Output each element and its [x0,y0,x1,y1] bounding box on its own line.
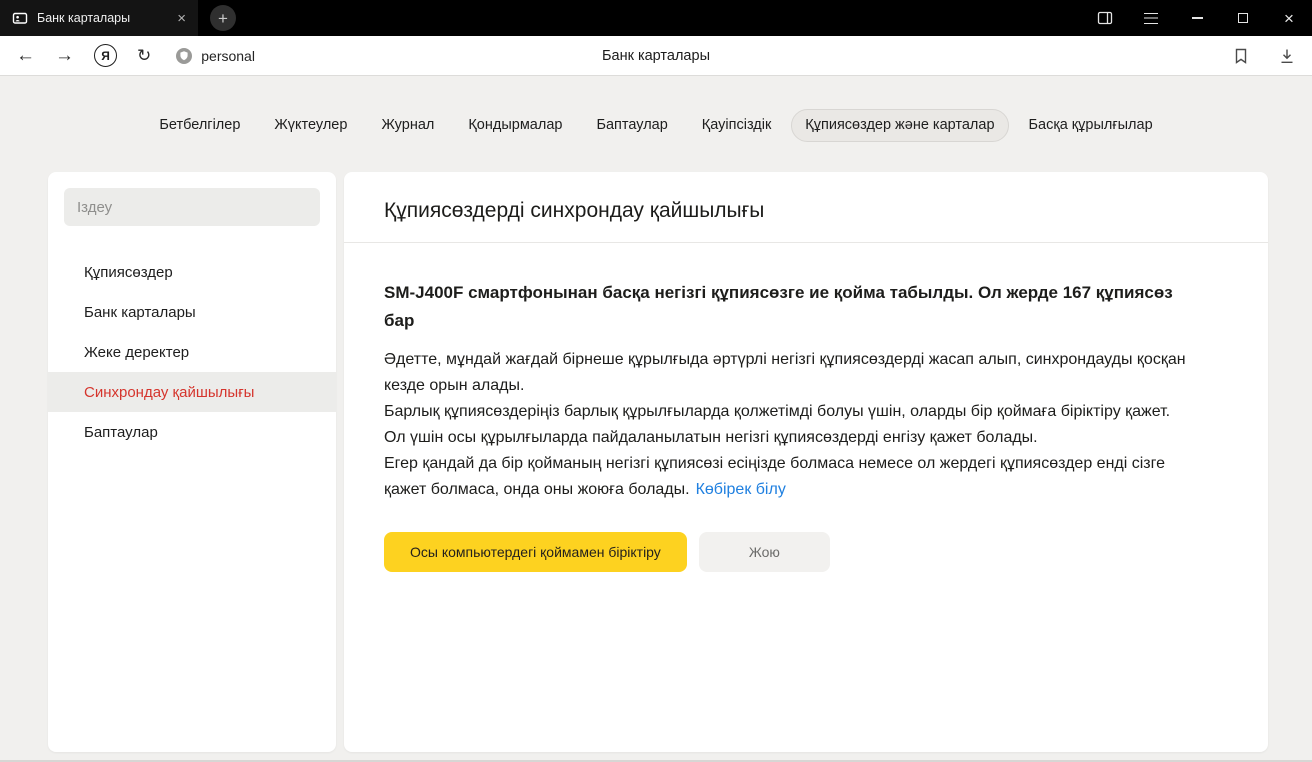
sidebar-list: Құпиясөздер Банк карталары Жеке деректер… [48,252,336,452]
content-area: Құпиясөздер Банк карталары Жеке деректер… [0,172,1312,752]
back-icon[interactable]: ← [16,46,35,65]
minimize-icon[interactable] [1174,0,1220,36]
download-icon[interactable] [1278,47,1296,65]
tab-passwords-and-cards[interactable]: Құпиясөздер және карталар [791,109,1008,142]
tab-security[interactable]: Қауіпсіздік [688,109,786,142]
browser-tab[interactable]: Банк карталары × [0,0,198,36]
new-tab-button[interactable]: + [210,5,236,31]
address-bar[interactable]: personal [175,47,255,65]
toolbar: ← → Я ↻ personal Банк карталары [0,36,1312,76]
plus-icon: + [218,10,228,27]
search-wrap [64,188,320,226]
merge-button[interactable]: Осы компьютердегі қоймамен біріктіру [384,532,687,572]
search-input[interactable] [64,188,320,226]
refresh-icon[interactable]: ↻ [137,46,151,66]
side-panel-icon[interactable] [1082,0,1128,36]
bank-cards-favicon-icon [12,10,28,26]
toolbar-left: ← → Я ↻ personal [16,44,255,67]
toolbar-right [1232,47,1296,65]
sidebar-item-bank-cards[interactable]: Банк карталары [48,292,336,332]
sidebar-item-personal-data[interactable]: Жеке деректер [48,332,336,372]
bookmark-flag-icon[interactable] [1232,47,1250,65]
tab-history[interactable]: Журнал [367,109,448,142]
button-row: Осы компьютердегі қоймамен біріктіру Жою [384,532,1228,572]
titlebar: Банк карталары × + × [0,0,1312,36]
tab-bookmarks[interactable]: Бетбелгілер [145,109,254,142]
forward-icon[interactable]: → [55,46,74,65]
tab-downloads[interactable]: Жүктеулер [260,109,361,142]
tab-close-icon[interactable]: × [175,11,188,26]
yandex-logo-icon[interactable]: Я [94,44,117,67]
panel-title: Құпиясөздерді синхрондау қайшылығы [344,172,1268,242]
sidebar-item-settings[interactable]: Баптаулар [48,412,336,452]
panel-body: SM-J400F смартфонынан басқа негізгі құпи… [344,243,1268,608]
delete-button[interactable]: Жою [699,532,830,572]
protect-shield-icon [175,47,193,65]
main-panel: Құпиясөздерді синхрондау қайшылығы SM-J4… [344,172,1268,752]
address-text: personal [201,48,255,64]
sidebar: Құпиясөздер Банк карталары Жеке деректер… [48,172,336,752]
close-window-icon[interactable]: × [1266,0,1312,36]
tab-extensions[interactable]: Қондырмалар [454,109,576,142]
sidebar-item-passwords[interactable]: Құпиясөздер [48,252,336,292]
paragraph-3: Егер қандай да бір қойманың негізгі құпи… [384,451,1196,503]
sidebar-item-sync-conflict[interactable]: Синхрондау қайшылығы [48,372,336,412]
tab-other-devices[interactable]: Басқа құрылғылар [1015,109,1167,142]
conflict-heading: SM-J400F смартфонынан басқа негізгі құпи… [384,279,1196,335]
tab-settings[interactable]: Баптаулар [582,109,681,142]
settings-nav: Бетбелгілер Жүктеулер Журнал Қондырмалар… [0,76,1312,142]
maximize-icon[interactable] [1220,0,1266,36]
menu-icon[interactable] [1128,0,1174,36]
paragraph-2: Барлық құпиясөздеріңіз барлық құрылғылар… [384,399,1196,451]
paragraph-1: Әдетте, мұндай жағдай бірнеше құрылғыда … [384,347,1196,399]
titlebar-controls: × [1082,0,1312,36]
learn-more-link[interactable]: Көбірек білу [696,481,786,498]
tab-title: Банк карталары [37,11,166,25]
